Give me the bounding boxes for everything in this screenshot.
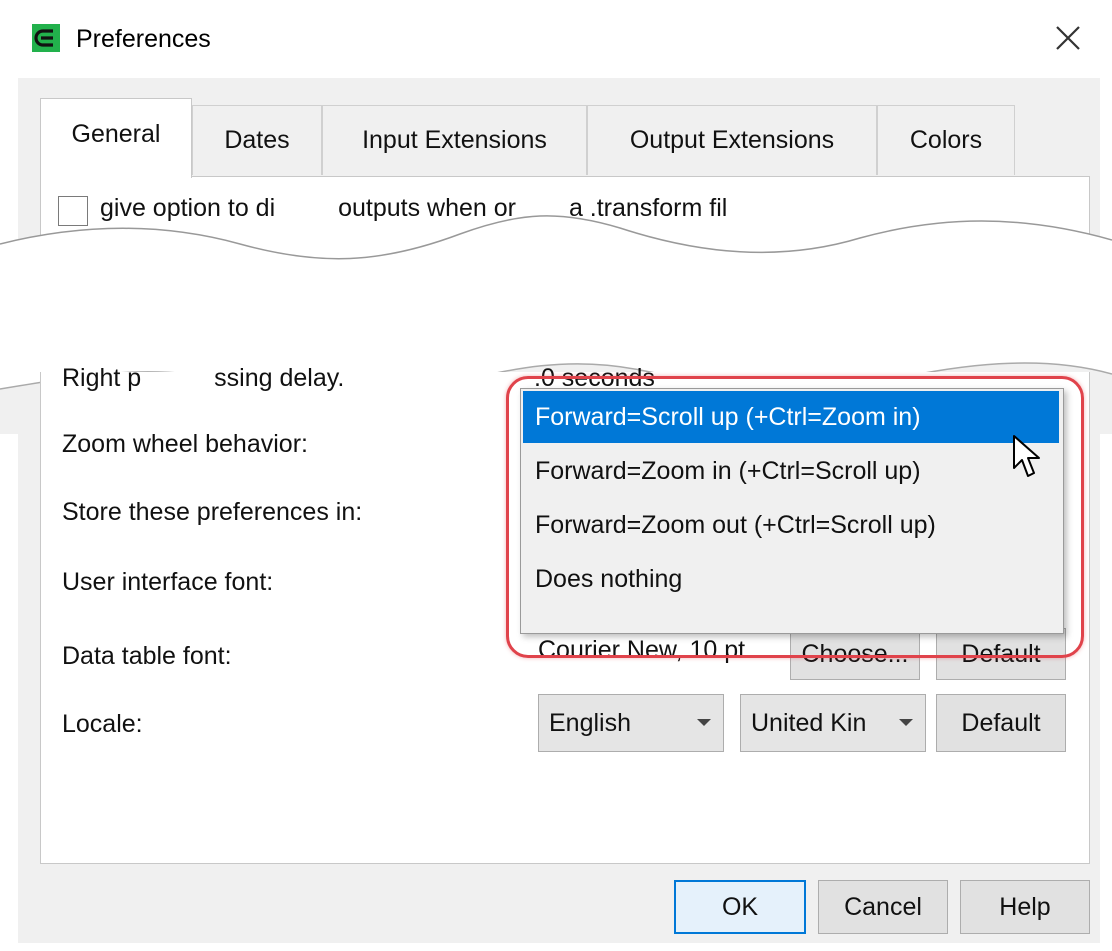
zoom-wheel-label: Zoom wheel behavior: [62,430,308,458]
app-icon [32,24,60,52]
mouse-pointer-icon [1013,435,1040,477]
locale-country-value: United Kin [751,708,867,737]
tab-general[interactable]: General [40,98,192,178]
ui-font-label: User interface font: [62,568,274,596]
cancel-button-label: Cancel [844,892,922,921]
locale-default-label: Default [961,708,1041,737]
window-title: Preferences [76,25,211,53]
right-press-label: Right p ssing delay. [62,364,344,393]
tab-colors[interactable]: Colors [877,105,1015,175]
store-preferences-label: Store these preferences in: [62,498,363,526]
chevron-down-icon [899,719,913,726]
right-press-label-part1: Right p [62,364,142,392]
tab-dates-label: Dates [224,126,290,154]
locale-country-select[interactable]: United Kin [740,694,926,752]
help-button[interactable]: Help [960,880,1090,934]
data-table-font-label: Data table font: [62,642,232,670]
tab-dates[interactable]: Dates [192,105,322,175]
title-bar: Preferences [18,8,1100,78]
tab-input-extensions[interactable]: Input Extensions [322,105,587,175]
locale-label: Locale: [62,710,143,738]
tab-input-extensions-label: Input Extensions [362,126,547,154]
locale-default-button[interactable]: Default [936,694,1066,752]
tab-general-label: General [71,120,161,148]
tab-colors-label: Colors [909,126,983,154]
tab-output-extensions[interactable]: Output Extensions [587,105,877,175]
close-icon[interactable] [1048,18,1088,58]
help-button-label: Help [999,892,1051,921]
cancel-button[interactable]: Cancel [818,880,948,934]
tab-output-extensions-label: Output Extensions [629,126,835,154]
right-press-label-part2: ssing delay. [214,364,345,392]
ok-button-label: OK [721,892,759,921]
locale-language-value: English [549,708,631,737]
chevron-down-icon [697,719,711,726]
ok-button[interactable]: OK [674,880,806,934]
locale-language-select[interactable]: English [538,694,724,752]
highlight-ring [506,376,1084,658]
